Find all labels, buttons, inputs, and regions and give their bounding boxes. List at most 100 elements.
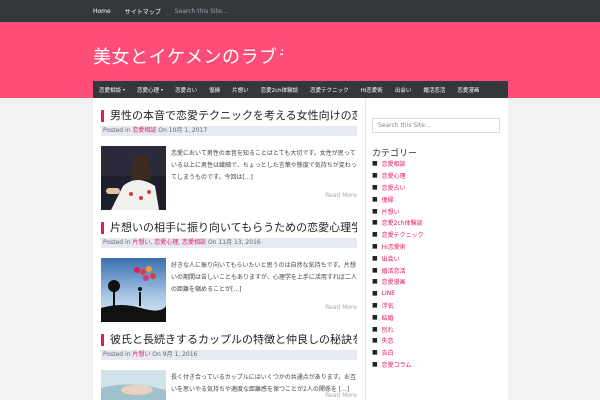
posted-in-label: Posted in	[103, 127, 131, 134]
nav-item-label: 恋愛テクニック	[310, 87, 349, 94]
category-item[interactable]: ■ 婚活恋活	[372, 264, 424, 276]
category-item[interactable]: ■ 出会い	[372, 252, 424, 264]
category-item[interactable]: ■ 恋愛コラム	[372, 359, 424, 371]
top-nav-home[interactable]: Home	[93, 8, 111, 15]
category-label: 恋愛心理	[381, 173, 406, 181]
post-meta: Posted in 恋愛相談 On 10月 1, 2017	[101, 126, 357, 136]
post-title[interactable]: 片想いの相手に振り向いてもらうための恋愛心理学	[101, 222, 357, 234]
bullet-icon: ■	[372, 172, 378, 180]
post-thumbnail[interactable]	[101, 258, 166, 322]
post-list: 男性の本音で恋愛テクニックを考える女性向けの恋愛術まとめ Posted in 恋…	[93, 98, 366, 400]
nav-item-11[interactable]: 恋愛漫画	[451, 86, 485, 94]
nav-item-label: 片想い	[232, 87, 249, 94]
nav-item-label: 恋愛心理	[137, 87, 160, 94]
read-more-link[interactable]: Read More	[325, 304, 357, 311]
excerpt-text: 恋愛において男性の本音を知ることはとても大切です。女性が思っている以上に男性は繊…	[171, 150, 357, 181]
category-item[interactable]: ■ Hi恋愛術	[372, 241, 424, 253]
post-thumbnail[interactable]	[101, 370, 166, 400]
category-label: 片想い	[381, 208, 400, 216]
post-meta: Posted in 片想い On 9月 1, 2016	[101, 350, 357, 360]
nav-item-10[interactable]: 婚活恋活	[417, 86, 451, 94]
nav-item-2[interactable]: 恋愛心理 ▾	[131, 86, 169, 94]
category-item[interactable]: ■ 結婚	[372, 311, 424, 323]
category-item[interactable]: ■ 恋愛心理	[372, 170, 424, 182]
read-more-link[interactable]: Read More	[325, 192, 357, 199]
nav-item-6[interactable]: 恋愛2ch体験談	[255, 86, 305, 94]
caret-down-icon: ▾	[123, 87, 126, 92]
nav-item-8[interactable]: Hi恋愛術	[355, 86, 389, 94]
category-label: 結婚	[381, 314, 394, 322]
category-label: 復縁	[381, 196, 394, 204]
nav-item-9[interactable]: 出会い	[389, 86, 418, 94]
post-category-link[interactable]: 恋愛相談	[182, 239, 206, 246]
read-more-link[interactable]: Read More	[325, 392, 357, 399]
bullet-icon: ■	[372, 349, 378, 357]
category-item[interactable]: ■ 片想い	[372, 205, 424, 217]
nav-item-label: 恋愛2ch体験談	[260, 87, 299, 94]
post-thumbnail[interactable]	[101, 146, 166, 210]
category-item[interactable]: ■ 恋愛漫画	[372, 276, 424, 288]
category-label: 出会い	[381, 255, 400, 263]
category-item[interactable]: ■ 別れ	[372, 323, 424, 335]
bullet-icon: ■	[372, 313, 378, 321]
main-wrapper: 男性の本音で恋愛テクニックを考える女性向けの恋愛術まとめ Posted in 恋…	[93, 98, 508, 400]
excerpt-text: 長く付き合っているカップルにはいくつかの共通点があります。お互いを思いやる気持ち…	[171, 374, 357, 393]
sidebar-search-input[interactable]: Search this Site...	[372, 118, 500, 133]
nav-item-label: 復縁	[209, 87, 221, 94]
category-list: ■ 恋愛相談 ■ 恋愛心理 ■ 恋愛占い ■ 復縁 ■ 片想い ■ 恋愛2ch体験談 ■ 恋愛…	[372, 158, 424, 370]
site-title[interactable]: 美女とイケメンのラブラブ恋愛日記ブログ	[93, 43, 283, 69]
thumbnail-image	[101, 258, 166, 322]
category-label: 恋愛テクニック	[381, 232, 424, 240]
post-title[interactable]: 彼氏と長続きするカップルの特徴と仲良しの秘訣を紹介	[101, 334, 357, 346]
posted-in-label: Posted in	[103, 351, 131, 358]
on-label: On	[207, 239, 217, 246]
category-item[interactable]: ■ 恋愛占い	[372, 182, 424, 194]
category-item[interactable]: ■ LINE	[372, 288, 424, 300]
bullet-icon: ■	[372, 325, 378, 333]
nav-item-4[interactable]: 復縁	[203, 86, 226, 94]
category-label: 別れ	[381, 326, 394, 334]
nav-item-1[interactable]: 恋愛相談 ▾	[93, 86, 131, 94]
bullet-icon: ■	[372, 231, 378, 239]
main-nav: 恋愛相談 ▾ 恋愛心理 ▾ 恋愛占い 復縁 片想い 恋愛2ch体験談 恋愛テクニック…	[93, 81, 508, 98]
post-category-link[interactable]: 恋愛相談	[132, 127, 156, 134]
nav-item-label: 出会い	[394, 87, 412, 94]
category-item[interactable]: ■ 復縁	[372, 193, 424, 205]
post-meta: Posted in 片想い, 恋愛心理, 恋愛相談 On 11月 13, 201…	[101, 238, 357, 248]
nav-item-7[interactable]: 恋愛テクニック	[304, 86, 355, 94]
post-category-link[interactable]: 片想い	[132, 239, 150, 246]
post-date: 11月 13, 2016	[218, 239, 261, 246]
sidebar: Search this Site... カテゴリー ■ 恋愛相談 ■ 恋愛心理 ■ 恋…	[372, 98, 508, 400]
excerpt-text: 好きな人に振り向いてもらいたいと思うのは自然な気持ちです。片想いの期間は苦しいこ…	[171, 262, 357, 293]
nav-item-label: 恋愛占い	[175, 87, 198, 94]
bullet-icon: ■	[372, 219, 378, 227]
nav-item-3[interactable]: 恋愛占い	[169, 86, 203, 94]
post-title[interactable]: 男性の本音で恋愛テクニックを考える女性向けの恋愛術まとめ	[101, 110, 357, 122]
category-label: 恋愛占い	[381, 184, 406, 192]
bullet-icon: ■	[372, 195, 378, 203]
post-category-link[interactable]: 恋愛心理	[154, 239, 178, 246]
bullet-icon: ■	[372, 254, 378, 262]
top-nav-sitemap[interactable]: サイトマップ	[125, 7, 161, 16]
category-item[interactable]: ■ 失恋	[372, 335, 424, 347]
category-item[interactable]: ■ 恋愛相談	[372, 158, 424, 170]
category-item[interactable]: ■ 浮気	[372, 300, 424, 312]
on-label: On	[152, 351, 161, 358]
category-label: 婚活恋活	[381, 267, 406, 275]
category-label: 浮気	[381, 302, 394, 310]
category-item[interactable]: ■ 告白	[372, 347, 424, 359]
nav-item-label: 婚活恋活	[423, 87, 446, 94]
category-label: 恋愛2ch体験談	[381, 220, 423, 228]
top-bar: Home サイトマップ Search this Site...	[0, 0, 600, 22]
bullet-icon: ■	[372, 360, 378, 368]
post-category-link[interactable]: 片想い	[132, 351, 150, 358]
nav-item-5[interactable]: 片想い	[226, 86, 255, 94]
top-search-input[interactable]: Search this Site...	[175, 8, 228, 15]
post-excerpt: 恋愛において男性の本音を知ることはとても大切です。女性が思っている以上に男性は繊…	[171, 148, 357, 184]
bullet-icon: ■	[372, 337, 378, 345]
on-label: On	[158, 127, 167, 134]
category-item[interactable]: ■ 恋愛テクニック	[372, 229, 424, 241]
category-item[interactable]: ■ 恋愛2ch体験談	[372, 217, 424, 229]
post-excerpt: 好きな人に振り向いてもらいたいと思うのは自然な気持ちです。片想いの期間は苦しいこ…	[171, 260, 357, 296]
category-label: Hi恋愛術	[381, 243, 406, 251]
